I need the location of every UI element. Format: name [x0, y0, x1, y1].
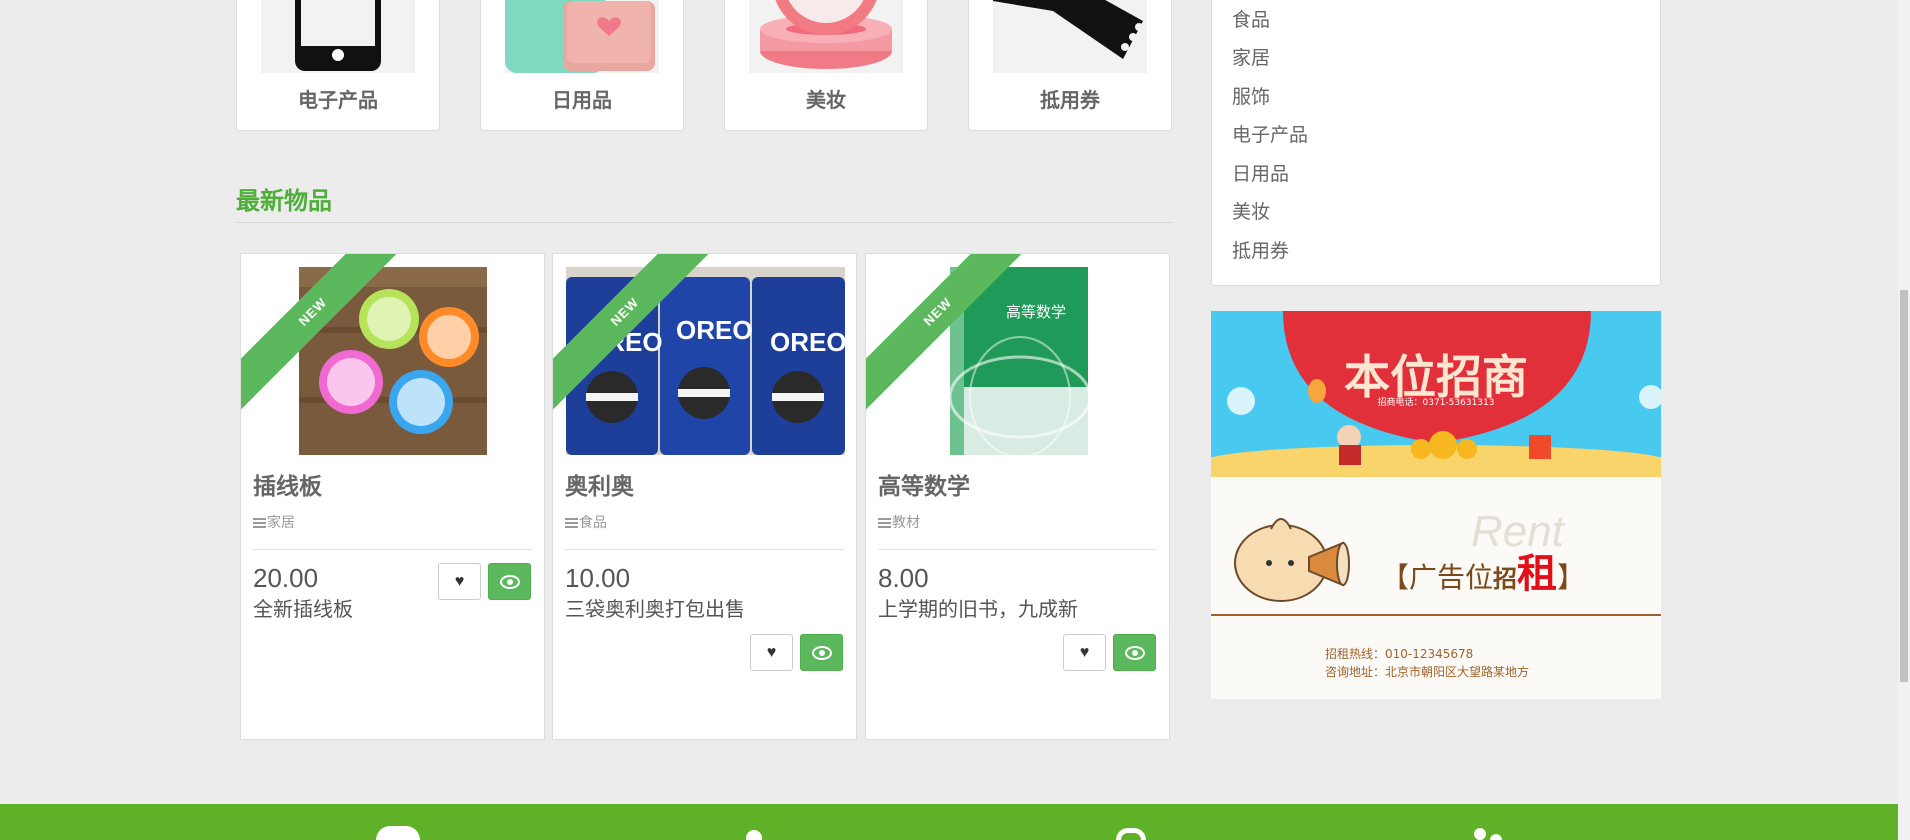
product-description: 全新插线板: [253, 599, 353, 621]
category-card-daily-goods[interactable]: 日用品: [480, 0, 684, 131]
product-description: 上学期的旧书，九成新: [878, 599, 1078, 621]
ad-rent-zu: 租: [1517, 551, 1558, 597]
product-category: 教材: [878, 512, 920, 532]
user-icon: [746, 830, 762, 840]
heart-icon: ♥: [766, 643, 777, 661]
category-card-cosmetics[interactable]: 美妆: [724, 0, 928, 131]
ad-address: 咨询地址：北京市朝阳区大望路某地方: [1325, 665, 1530, 679]
view-button[interactable]: [488, 563, 531, 600]
list-icon: [253, 518, 266, 529]
product-description: 三袋奥利奥打包出售: [565, 599, 745, 621]
new-ribbon-label: NEW: [866, 254, 1026, 414]
ad-sub-phone: 招商电话：0371-53631313: [1377, 398, 1495, 408]
list-icon: [565, 518, 578, 529]
paw-icon-part: [1490, 834, 1502, 840]
product-category: 家居: [253, 512, 295, 532]
sidebar-item-voucher[interactable]: 抵用券: [1232, 236, 1289, 263]
sidebar-item-cosmetics[interactable]: 美妆: [1232, 197, 1270, 224]
new-ribbon-label: NEW: [241, 254, 401, 414]
ad-banner-bottom: Rent 【广告位招租】 招租热线：010-12345678 咨询地址：北京市朝…: [1211, 477, 1661, 699]
sidebar-item-daily-goods[interactable]: 日用品: [1232, 159, 1289, 186]
new-ribbon: NEW: [866, 254, 1026, 414]
footer-bar: [0, 804, 1898, 840]
sidebar-item-home[interactable]: 家居: [1232, 43, 1270, 70]
ad-rent-zhao: 招: [1493, 565, 1518, 593]
favorite-button[interactable]: ♥: [1063, 634, 1106, 671]
section-divider: [236, 222, 1174, 223]
heart-icon: ♥: [1079, 643, 1090, 661]
sidebar-item-clothing[interactable]: 服饰: [1232, 82, 1270, 109]
eye-icon: [499, 574, 520, 589]
product-divider: [253, 549, 532, 550]
product-category: 食品: [565, 512, 607, 532]
scrollbar-thumb[interactable]: [1900, 290, 1908, 682]
view-button[interactable]: [1113, 634, 1156, 671]
sidebar-category-list: 食品 家居 服饰 电子产品 日用品 美妆 抵用券: [1211, 0, 1661, 286]
category-label: 日用品: [552, 90, 612, 112]
ad-rent-line: 【广告位招租】: [1381, 551, 1586, 597]
ad-rent-prefix: 广告位: [1409, 561, 1494, 594]
product-card[interactable]: OREO OREO OREO NEW 奥利奥 食品 10.00 三袋奥利奥打包出…: [552, 253, 857, 740]
page: 电子产品 日用品 美妆 抵用券 最新物品 NEW 插线板 家居 20.00 全新…: [0, 0, 1910, 840]
product-card[interactable]: 高等数学 NEW 高等数学 教材 8.00 上学期的旧书，九成新 ♥: [865, 253, 1170, 740]
new-ribbon: NEW: [241, 254, 401, 414]
cosmetics-icon: [749, 0, 903, 73]
favorite-button[interactable]: ♥: [750, 634, 793, 671]
product-price: 8.00: [878, 563, 929, 593]
database-icon: [376, 826, 420, 840]
new-ribbon: NEW: [553, 254, 713, 414]
view-button[interactable]: [800, 634, 843, 671]
ad-hotline: 招租热线：010-12345678: [1325, 647, 1474, 661]
voucher-icon: [993, 0, 1147, 73]
new-ribbon-label: NEW: [553, 254, 713, 414]
product-title[interactable]: 插线板: [253, 467, 322, 501]
ad-banner-top: 本位招商 招商电话：0371-53631313: [1211, 311, 1661, 477]
product-divider: [565, 549, 844, 550]
category-card-electronics[interactable]: 电子产品: [236, 0, 440, 131]
ad-banner[interactable]: 本位招商 招商电话：0371-53631313 Rent 【广告位招租】 招租热…: [1211, 311, 1661, 699]
category-label: 抵用券: [1040, 90, 1100, 112]
sidebar-item-electronics[interactable]: 电子产品: [1232, 120, 1308, 147]
sidebar-item-food[interactable]: 食品: [1232, 5, 1270, 32]
product-title[interactable]: 高等数学: [878, 467, 970, 501]
product-category-label: 食品: [579, 514, 607, 530]
paw-icon: [1474, 828, 1486, 840]
list-icon: [878, 518, 891, 529]
product-card[interactable]: NEW 插线板 家居 20.00 全新插线板 ♥: [240, 253, 545, 740]
section-title-latest: 最新物品: [236, 188, 332, 215]
product-price: 20.00: [253, 563, 319, 593]
product-category-label: 家居: [267, 514, 295, 530]
oreo-pack-text: OREO: [770, 327, 845, 357]
product-category-label: 教材: [892, 514, 920, 530]
eye-icon: [1124, 645, 1145, 660]
category-label: 美妆: [806, 90, 846, 112]
product-price: 10.00: [565, 563, 631, 593]
heart-icon: ♥: [454, 572, 465, 590]
phone-icon: [261, 0, 415, 73]
favorite-button[interactable]: ♥: [438, 563, 481, 600]
product-divider: [878, 549, 1157, 550]
daily-goods-icon: [505, 0, 659, 73]
eye-icon: [811, 645, 832, 660]
category-label: 电子产品: [298, 90, 378, 112]
location-icon: [1116, 828, 1146, 840]
page-scrollbar[interactable]: [1898, 0, 1910, 840]
category-card-voucher[interactable]: 抵用券: [968, 0, 1172, 131]
product-title[interactable]: 奥利奥: [565, 467, 634, 501]
